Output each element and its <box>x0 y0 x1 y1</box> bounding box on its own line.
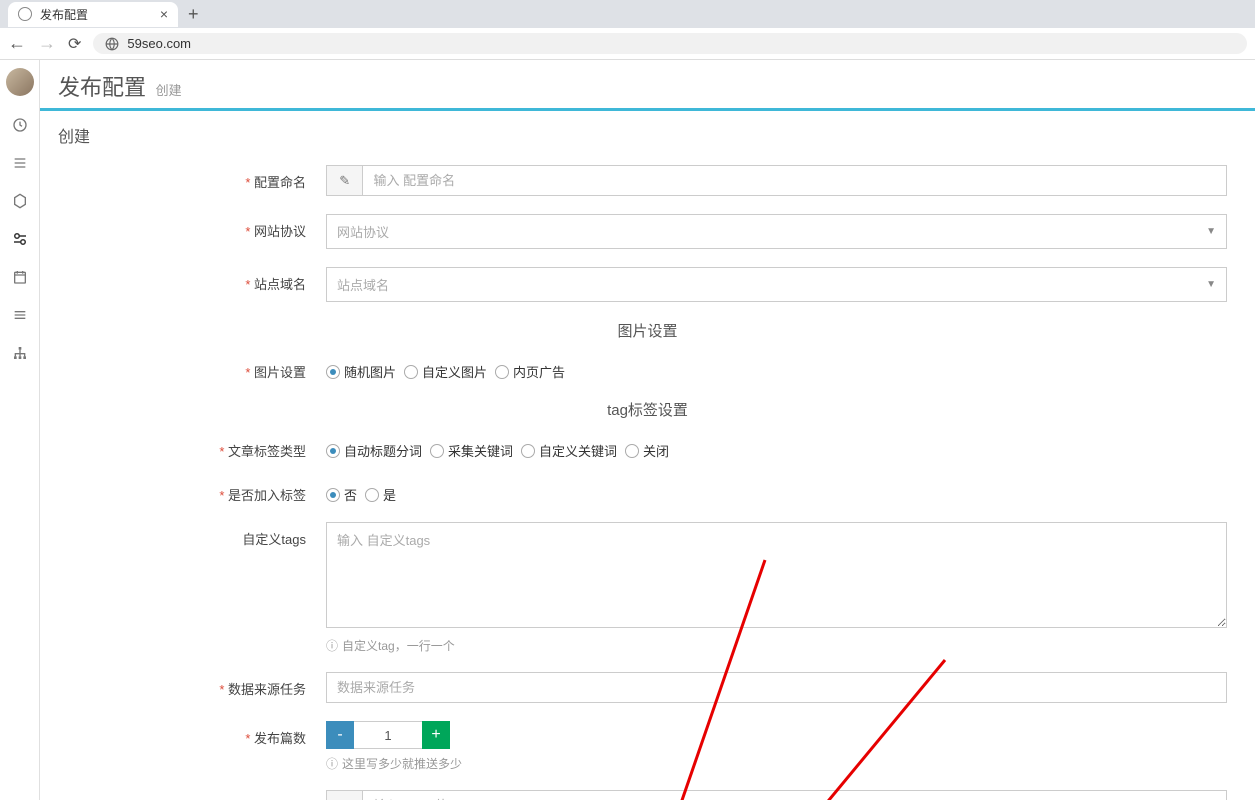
radio-label: 采集关键词 <box>448 441 513 460</box>
protocol-label: 网站协议 <box>68 214 326 240</box>
radio-icon <box>365 488 379 502</box>
publish-count-input[interactable] <box>354 721 422 749</box>
chevron-down-icon: ▼ <box>1206 226 1216 237</box>
custom-tags-input[interactable] <box>326 522 1227 628</box>
radio-icon <box>495 365 509 379</box>
image-setting-radios: 随机图片 自定义图片 内页广告 <box>326 355 1227 381</box>
radio-icon <box>430 444 444 458</box>
image-settings-heading: 图片设置 <box>68 320 1227 341</box>
section-title: 创建 <box>40 111 1255 155</box>
custom-tags-label: 自定义tags <box>68 522 326 548</box>
page-header: 发布配置 创建 <box>40 60 1255 111</box>
config-name-label: 配置命名 <box>68 165 326 191</box>
radio-option[interactable]: 否 <box>326 485 357 504</box>
radio-label: 否 <box>344 485 357 504</box>
radio-option[interactable]: 随机图片 <box>326 362 396 381</box>
radio-label: 随机图片 <box>344 362 396 381</box>
token-label: token值 <box>68 790 326 800</box>
tab-title: 发布配置 <box>40 6 88 23</box>
avatar[interactable] <box>6 68 34 96</box>
source-task-label: 数据来源任务 <box>68 672 326 698</box>
radio-option[interactable]: 自动标题分词 <box>326 441 422 460</box>
sitemap-icon[interactable] <box>11 344 29 362</box>
token-input[interactable] <box>362 790 1227 800</box>
globe-icon <box>105 37 119 51</box>
radio-icon <box>625 444 639 458</box>
calendar-icon[interactable] <box>11 268 29 286</box>
pencil-icon: ✎ <box>326 790 362 800</box>
list-icon[interactable] <box>11 306 29 324</box>
domain-label: 站点域名 <box>68 267 326 293</box>
tab-bar: 发布配置 × + <box>0 0 1255 28</box>
settings-icon[interactable] <box>11 230 29 248</box>
radio-icon <box>326 488 340 502</box>
forward-button[interactable]: → <box>38 33 56 54</box>
page-title: 发布配置 <box>58 75 146 100</box>
browser-tab[interactable]: 发布配置 × <box>8 2 178 27</box>
protocol-placeholder: 网站协议 <box>337 222 389 241</box>
main-content: 发布配置 创建 创建 配置命名 ✎ 网站协议 网站协议 ▼ <box>40 60 1255 800</box>
tag-type-radios: 自动标题分词 采集关键词 自定义关键词 关闭 <box>326 434 1227 460</box>
image-setting-label: 图片设置 <box>68 355 326 381</box>
radio-label: 自定义图片 <box>422 362 487 381</box>
info-icon: ⓘ <box>326 639 338 653</box>
radio-label: 自动标题分词 <box>344 441 422 460</box>
radio-option[interactable]: 采集关键词 <box>430 441 513 460</box>
radio-option[interactable]: 是 <box>365 485 396 504</box>
globe-icon <box>18 7 32 21</box>
radio-label: 是 <box>383 485 396 504</box>
radio-option[interactable]: 自定义图片 <box>404 362 487 381</box>
reload-button[interactable]: ⟳ <box>68 34 81 54</box>
add-tag-label: 是否加入标签 <box>68 478 326 504</box>
publish-count-help: ⓘ这里写多少就推送多少 <box>326 755 1227 772</box>
radio-icon <box>326 444 340 458</box>
radio-icon <box>404 365 418 379</box>
publish-count-label: 发布篇数 <box>68 721 326 747</box>
hexagon-icon[interactable] <box>11 192 29 210</box>
pencil-icon: ✎ <box>326 165 362 196</box>
back-button[interactable]: ← <box>8 33 26 54</box>
radio-icon <box>326 365 340 379</box>
form: 配置命名 ✎ 网站协议 网站协议 ▼ 站点域名 <box>40 155 1255 800</box>
tag-type-label: 文章标签类型 <box>68 434 326 460</box>
add-tag-radios: 否是 <box>326 478 1227 504</box>
address-bar: ← → ⟳ 59seo.com <box>0 28 1255 60</box>
domain-placeholder: 站点域名 <box>337 275 389 294</box>
protocol-select[interactable]: 网站协议 ▼ <box>326 214 1227 249</box>
sidebar <box>0 60 40 800</box>
app: 发布配置 创建 创建 配置命名 ✎ 网站协议 网站协议 ▼ <box>0 60 1255 800</box>
radio-label: 自定义关键词 <box>539 441 617 460</box>
radio-icon <box>521 444 535 458</box>
radio-label: 内页广告 <box>513 362 565 381</box>
radio-label: 关闭 <box>643 441 669 460</box>
radio-option[interactable]: 自定义关键词 <box>521 441 617 460</box>
page-subtitle: 创建 <box>156 83 182 98</box>
close-icon[interactable]: × <box>160 6 168 22</box>
url-text: 59seo.com <box>127 36 191 51</box>
new-tab-button[interactable]: + <box>178 4 209 25</box>
config-name-input[interactable] <box>362 165 1227 196</box>
chevron-down-icon: ▼ <box>1206 279 1216 290</box>
publish-count-stepper: - + <box>326 721 1227 749</box>
radio-option[interactable]: 内页广告 <box>495 362 565 381</box>
custom-tags-help: ⓘ自定义tag，一行一个 <box>326 637 1227 654</box>
url-input[interactable]: 59seo.com <box>93 33 1247 54</box>
domain-select[interactable]: 站点域名 ▼ <box>326 267 1227 302</box>
source-task-input[interactable] <box>326 672 1227 703</box>
menu-icon[interactable] <box>11 154 29 172</box>
increment-button[interactable]: + <box>422 721 450 749</box>
browser-chrome: 发布配置 × + ← → ⟳ 59seo.com <box>0 0 1255 60</box>
radio-option[interactable]: 关闭 <box>625 441 669 460</box>
tag-settings-heading: tag标签设置 <box>68 399 1227 420</box>
decrement-button[interactable]: - <box>326 721 354 749</box>
info-icon: ⓘ <box>326 757 338 771</box>
clock-icon[interactable] <box>11 116 29 134</box>
